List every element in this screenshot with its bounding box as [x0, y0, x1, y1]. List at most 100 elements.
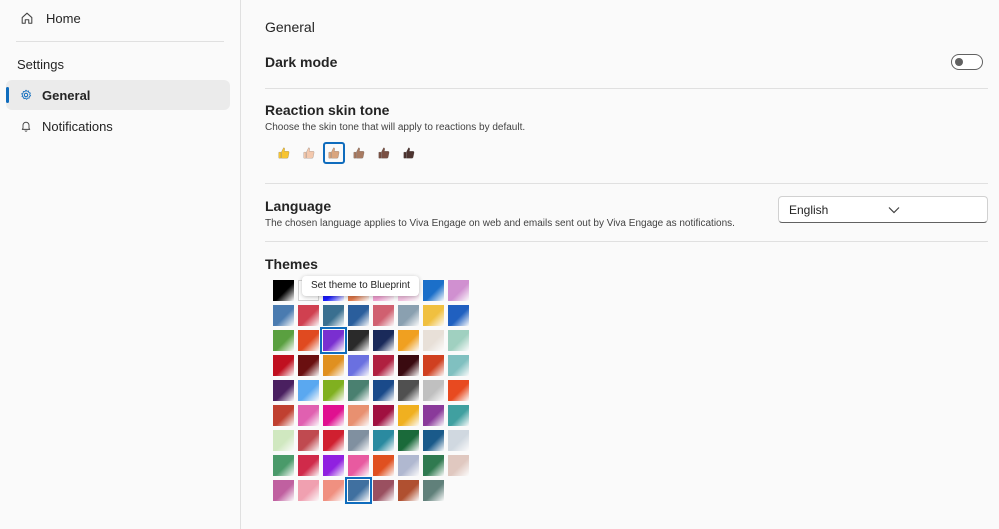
skin-tone-option-medium-dark[interactable] — [373, 142, 395, 164]
theme-swatch[interactable] — [423, 380, 444, 401]
theme-swatch[interactable] — [273, 430, 294, 451]
theme-swatch[interactable] — [323, 305, 344, 326]
thumbs-up-icon — [278, 147, 290, 159]
theme-swatch[interactable] — [423, 455, 444, 476]
theme-swatch[interactable] — [423, 355, 444, 376]
theme-swatch[interactable] — [373, 405, 394, 426]
theme-swatch[interactable] — [298, 380, 319, 401]
theme-swatch[interactable] — [273, 280, 294, 301]
thumbs-up-icon — [353, 147, 365, 159]
theme-swatch[interactable] — [273, 330, 294, 351]
theme-swatch[interactable] — [273, 355, 294, 376]
theme-swatch[interactable] — [448, 430, 469, 451]
theme-swatch[interactable] — [448, 455, 469, 476]
theme-swatch[interactable] — [273, 480, 294, 501]
dark-mode-label: Dark mode — [265, 54, 338, 70]
language-dropdown[interactable]: English — [778, 196, 988, 223]
theme-swatch[interactable] — [323, 380, 344, 401]
theme-swatch[interactable] — [298, 305, 319, 326]
theme-swatch[interactable] — [298, 430, 319, 451]
theme-swatch[interactable] — [323, 480, 344, 501]
skin-tone-description: Choose the skin tone that will apply to … — [265, 122, 526, 133]
theme-swatch[interactable] — [298, 455, 319, 476]
skin-tone-option-default[interactable] — [273, 142, 295, 164]
thumbs-up-icon — [328, 147, 340, 159]
settings-header: Settings — [17, 57, 64, 72]
theme-swatch[interactable] — [398, 330, 419, 351]
theme-swatch[interactable] — [273, 305, 294, 326]
theme-swatch[interactable] — [348, 380, 369, 401]
theme-swatch[interactable] — [373, 430, 394, 451]
theme-swatch[interactable] — [398, 455, 419, 476]
skin-tone-option-medium-light[interactable] — [323, 142, 345, 164]
theme-swatch[interactable] — [373, 380, 394, 401]
theme-swatch[interactable] — [298, 355, 319, 376]
theme-swatch[interactable] — [423, 405, 444, 426]
theme-swatch[interactable] — [373, 355, 394, 376]
skin-tone-option-dark[interactable] — [398, 142, 420, 164]
theme-swatch[interactable] — [398, 405, 419, 426]
nav-home-label: Home — [46, 10, 81, 26]
home-icon — [20, 11, 36, 25]
theme-swatch[interactable] — [348, 430, 369, 451]
nav-home[interactable]: Home — [8, 4, 230, 32]
theme-swatch[interactable] — [448, 355, 469, 376]
theme-swatch[interactable] — [320, 327, 347, 354]
thumbs-up-icon — [378, 147, 390, 159]
sidebar-item-label: Notifications — [42, 118, 113, 134]
chevron-down-icon — [888, 206, 977, 214]
theme-swatch[interactable] — [345, 477, 372, 504]
theme-swatch[interactable] — [448, 405, 469, 426]
theme-swatch[interactable] — [373, 305, 394, 326]
themes-grid — [273, 280, 469, 504]
page-title: General — [265, 19, 315, 35]
themes-title: Themes — [265, 256, 318, 272]
theme-swatch[interactable] — [373, 480, 394, 501]
theme-swatch[interactable] — [448, 305, 469, 326]
theme-swatch[interactable] — [398, 430, 419, 451]
theme-swatch[interactable] — [348, 355, 369, 376]
theme-swatch[interactable] — [423, 480, 444, 501]
theme-swatch[interactable] — [398, 480, 419, 501]
theme-swatch[interactable] — [273, 380, 294, 401]
theme-swatch[interactable] — [448, 330, 469, 351]
sidebar-item-notifications[interactable]: Notifications — [6, 111, 230, 141]
theme-swatch[interactable] — [348, 305, 369, 326]
section-divider — [265, 88, 988, 89]
theme-swatch[interactable] — [298, 405, 319, 426]
skin-tone-option-medium[interactable] — [348, 142, 370, 164]
section-divider — [265, 183, 988, 184]
theme-swatch[interactable] — [373, 455, 394, 476]
theme-swatch[interactable] — [398, 355, 419, 376]
dark-mode-toggle[interactable] — [951, 54, 983, 70]
theme-swatch[interactable] — [373, 330, 394, 351]
sidebar-item-general[interactable]: General — [6, 80, 230, 110]
theme-swatch[interactable] — [398, 305, 419, 326]
theme-swatch[interactable] — [323, 430, 344, 451]
theme-swatch[interactable] — [323, 405, 344, 426]
theme-swatch[interactable] — [298, 480, 319, 501]
language-title: Language — [265, 198, 332, 214]
theme-swatch[interactable] — [423, 280, 444, 301]
theme-swatch[interactable] — [273, 455, 294, 476]
theme-swatch[interactable] — [423, 330, 444, 351]
theme-swatch[interactable] — [348, 455, 369, 476]
theme-swatch[interactable] — [398, 380, 419, 401]
theme-swatch[interactable] — [348, 330, 369, 351]
settings-sidebar: Home Settings General Notifications — [0, 0, 241, 529]
theme-swatch[interactable] — [323, 355, 344, 376]
theme-swatch[interactable] — [348, 405, 369, 426]
theme-swatch[interactable] — [448, 380, 469, 401]
theme-swatch[interactable] — [448, 280, 469, 301]
skin-tone-option-light[interactable] — [298, 142, 320, 164]
theme-swatch[interactable] — [298, 330, 319, 351]
theme-swatch[interactable] — [423, 430, 444, 451]
settings-main: General Dark mode Reaction skin tone Cho… — [265, 0, 989, 529]
bell-icon — [20, 120, 34, 132]
theme-swatch[interactable] — [323, 455, 344, 476]
section-divider — [265, 241, 988, 242]
language-description: The chosen language applies to Viva Enga… — [265, 218, 735, 229]
theme-swatch[interactable] — [273, 405, 294, 426]
thumbs-up-icon — [303, 147, 315, 159]
theme-swatch[interactable] — [423, 305, 444, 326]
